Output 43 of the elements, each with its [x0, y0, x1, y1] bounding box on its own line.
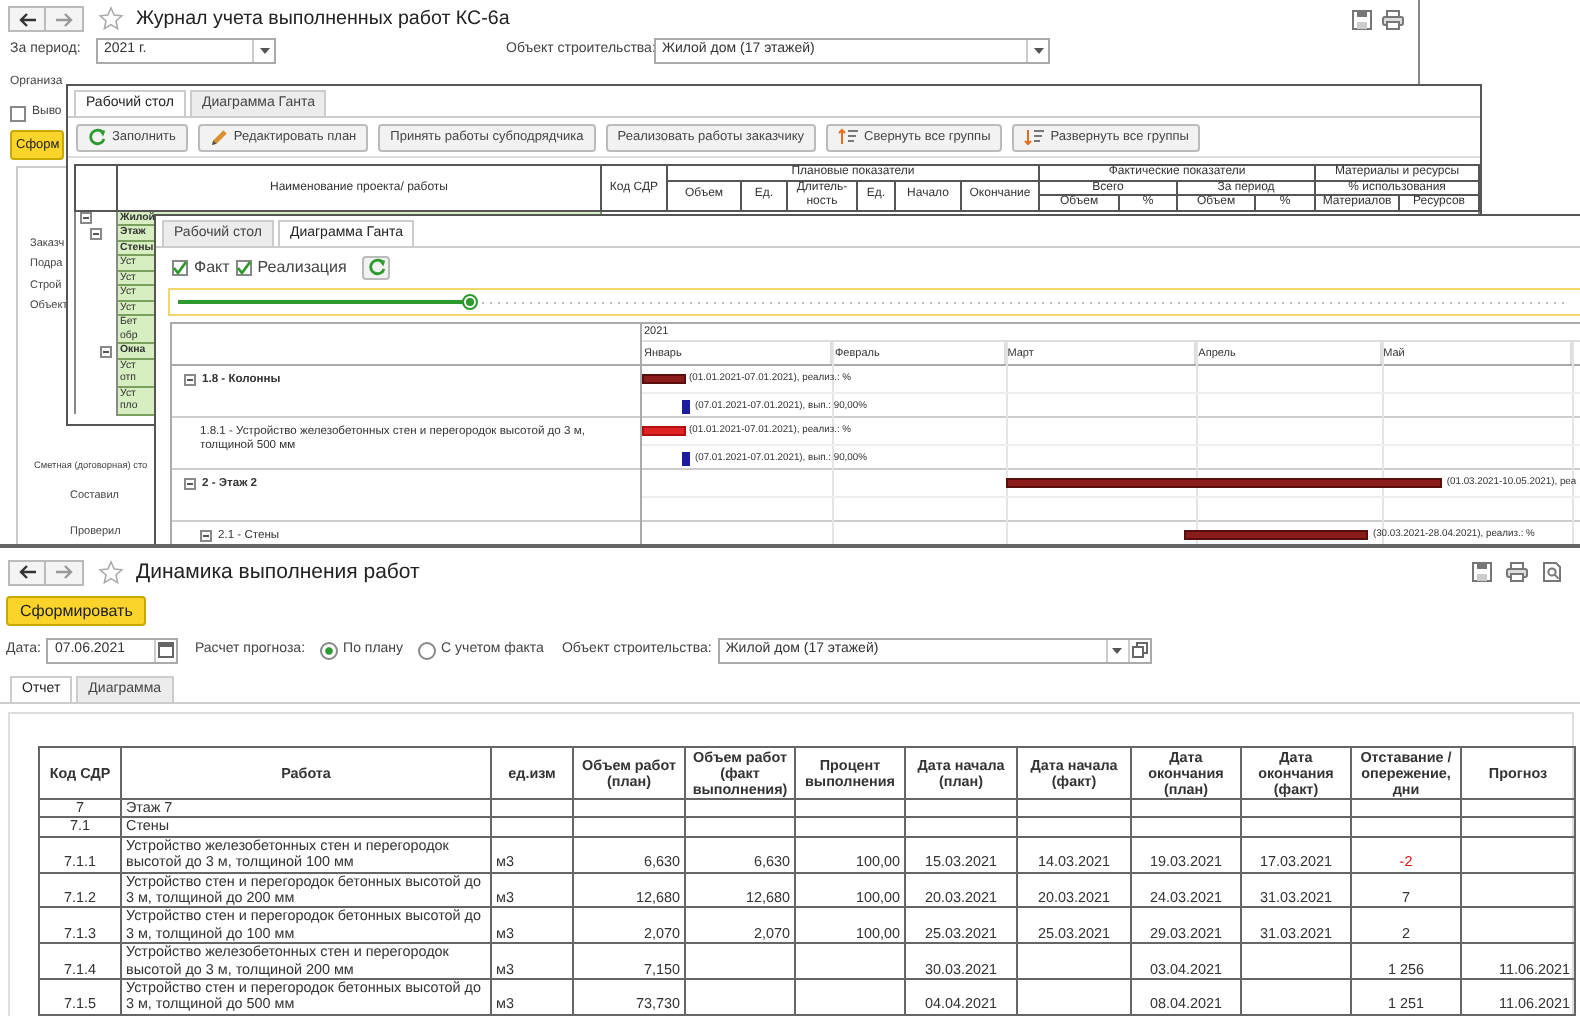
forward-arrow-icon	[54, 564, 74, 580]
back-button[interactable]	[8, 559, 46, 585]
minus-box-icon[interactable]	[100, 345, 112, 358]
fact-bar[interactable]	[682, 452, 691, 466]
refresh-icon	[88, 128, 106, 146]
arrow-lines-icon	[1024, 128, 1045, 146]
caret-icon	[259, 48, 269, 54]
save-icon[interactable]	[1472, 562, 1492, 582]
window-title: Динамика выполнения работ	[136, 559, 420, 585]
minus-box-icon[interactable]	[90, 227, 102, 240]
minus-box-icon[interactable]	[184, 374, 196, 386]
refresh-button[interactable]	[362, 255, 391, 279]
open-icon	[1131, 642, 1148, 658]
refresh-icon	[367, 258, 386, 276]
checkbox-label: Факт	[194, 257, 230, 277]
arrow-lines-icon	[838, 128, 858, 146]
window-title: Журнал учета выполненных работ КС-6а	[136, 7, 510, 31]
checkbox[interactable]	[10, 105, 26, 121]
checkbox[interactable]	[235, 259, 252, 275]
save-icon[interactable]	[1352, 9, 1372, 29]
minus-box-icon[interactable]	[200, 530, 212, 542]
generate-button[interactable]: Сформировать	[6, 596, 147, 626]
minus-box-icon[interactable]	[80, 212, 92, 225]
minus-box-icon[interactable]	[184, 478, 196, 490]
back-arrow-icon	[17, 11, 37, 27]
star-icon[interactable]	[98, 6, 124, 32]
radio-button[interactable]	[417, 641, 436, 659]
caret-icon	[1112, 647, 1123, 653]
back-arrow-icon	[17, 564, 37, 580]
checkbox[interactable]	[172, 259, 188, 275]
print-icon[interactable]	[1506, 562, 1528, 582]
forward-arrow-icon	[54, 11, 74, 27]
radio-button[interactable]	[319, 641, 338, 659]
print-icon[interactable]	[1382, 9, 1404, 29]
checkbox-label: Реализация	[257, 257, 347, 277]
pencil-icon	[209, 128, 228, 146]
fact-bar[interactable]	[682, 400, 691, 414]
slider-thumb[interactable]	[462, 294, 479, 310]
calendar-icon	[158, 642, 175, 658]
caret-icon	[1033, 48, 1043, 54]
star-icon[interactable]	[98, 559, 124, 585]
back-button[interactable]	[8, 6, 46, 32]
preview-icon[interactable]	[1542, 562, 1562, 582]
